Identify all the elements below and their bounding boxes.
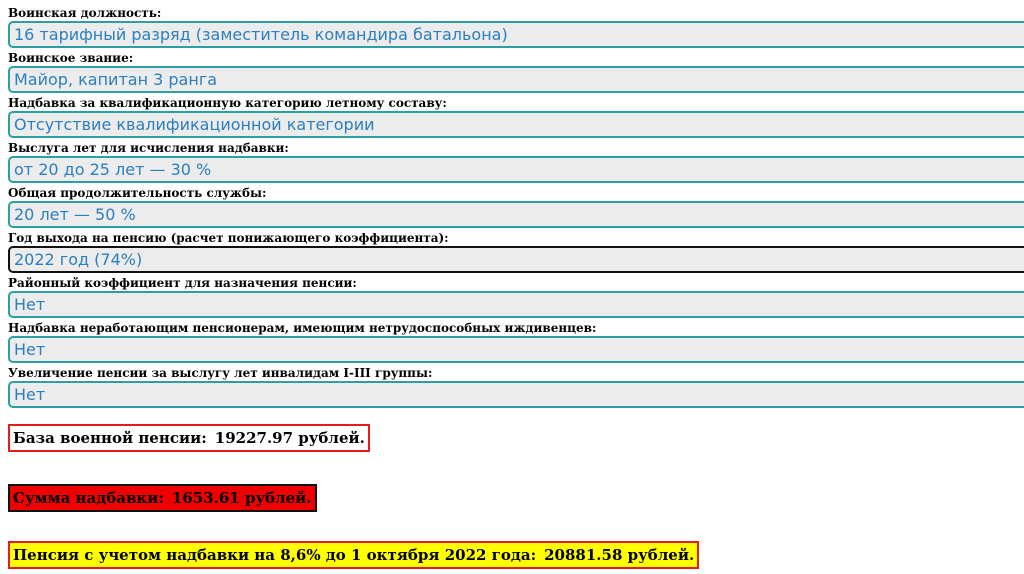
total-service-select[interactable]: 20 лет — 50 % bbox=[8, 201, 1024, 228]
pension-total-label: Пенсия с учетом надбавки на 8,6% до 1 ок… bbox=[13, 546, 537, 564]
pension-total-value: 20881.58 рублей. bbox=[544, 546, 695, 564]
flight-qualification-label: Надбавка за квалификационную категорию л… bbox=[8, 96, 447, 110]
military-position-label: Воинская должность: bbox=[8, 6, 162, 20]
retirement-year-select[interactable]: 2022 год (74%) bbox=[8, 246, 1024, 273]
pension-base-result: База военной пенсии: 19227.97 рублей. bbox=[8, 424, 370, 452]
retirement-year-label: Год выхода на пенсию (расчет понижающего… bbox=[8, 231, 449, 245]
pension-base-value: 19227.97 рублей. bbox=[214, 429, 365, 447]
dependents-bonus-select[interactable]: Нет bbox=[8, 336, 1024, 363]
dependents-bonus-label: Надбавка неработающим пенсионерам, имеющ… bbox=[8, 321, 597, 335]
disability-increase-select[interactable]: Нет bbox=[8, 381, 1024, 408]
pension-base-label: База военной пенсии: bbox=[13, 429, 207, 447]
regional-coefficient-label: Районный коэффициент для назначения пенс… bbox=[8, 276, 357, 290]
bonus-amount-result: Сумма надбавки: 1653.61 рублей. bbox=[8, 484, 317, 512]
regional-coefficient-select[interactable]: Нет bbox=[8, 291, 1024, 318]
flight-qualification-select[interactable]: Отсутствие квалификационной категории bbox=[8, 111, 1024, 138]
military-position-select[interactable]: 16 тарифный разряд (заместитель командир… bbox=[8, 21, 1024, 48]
service-length-bonus-select[interactable]: от 20 до 25 лет — 30 % bbox=[8, 156, 1024, 183]
military-rank-select[interactable]: Майор, капитан 3 ранга bbox=[8, 66, 1024, 93]
military-rank-label: Воинское звание: bbox=[8, 51, 134, 65]
disability-increase-label: Увеличение пенсии за выслугу лет инвалид… bbox=[8, 366, 433, 380]
bonus-amount-value: 1653.61 рублей. bbox=[171, 489, 312, 507]
total-service-label: Общая продолжительность службы: bbox=[8, 186, 267, 200]
service-length-bonus-label: Выслуга лет для исчисления надбавки: bbox=[8, 141, 289, 155]
bonus-amount-label: Сумма надбавки: bbox=[13, 489, 164, 507]
pension-calculator-form: Воинская должность: 16 тарифный разряд (… bbox=[8, 6, 1024, 411]
pension-total-result: Пенсия с учетом надбавки на 8,6% до 1 ок… bbox=[8, 541, 700, 569]
